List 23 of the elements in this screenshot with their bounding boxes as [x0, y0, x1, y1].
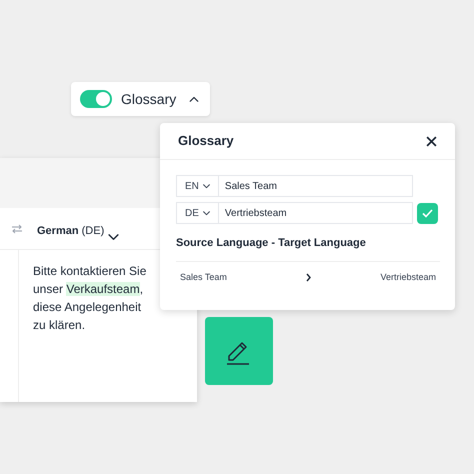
- chevron-up-icon: [189, 96, 200, 102]
- term-field[interactable]: DE Vertriebsteam: [176, 202, 413, 224]
- chevron-down-icon: [202, 184, 210, 188]
- toggle-switch[interactable]: [80, 90, 112, 108]
- chevron-down-icon: [202, 210, 210, 216]
- close-button[interactable]: [426, 136, 437, 146]
- language-selector[interactable]: German (DE): [37, 222, 120, 240]
- chevron-right-icon: [306, 273, 310, 282]
- edit-button[interactable]: [205, 317, 273, 385]
- list-heading: Source Language - Target Language: [176, 236, 367, 251]
- term-field[interactable]: EN Sales Team: [176, 175, 413, 197]
- language-dropdown[interactable]: EN: [177, 176, 219, 196]
- swap-icon[interactable]: [11, 224, 23, 234]
- language-dropdown[interactable]: DE: [177, 203, 219, 223]
- chevron-down-icon: [108, 234, 120, 240]
- toggle-label: Glossary: [121, 90, 176, 109]
- checkmark-icon: [422, 208, 433, 218]
- collapse-button[interactable]: [189, 96, 200, 102]
- translated-text: Bitte kontaktieren Sie unser Verkaufsteam, diese Angelegenheit zu klären.: [33, 263, 148, 334]
- source-term: Sales Team: [180, 270, 228, 284]
- target-term: Vertriebsteam: [379, 270, 436, 284]
- confirm-button[interactable]: [417, 202, 438, 224]
- panel-title: Glossary: [178, 132, 234, 150]
